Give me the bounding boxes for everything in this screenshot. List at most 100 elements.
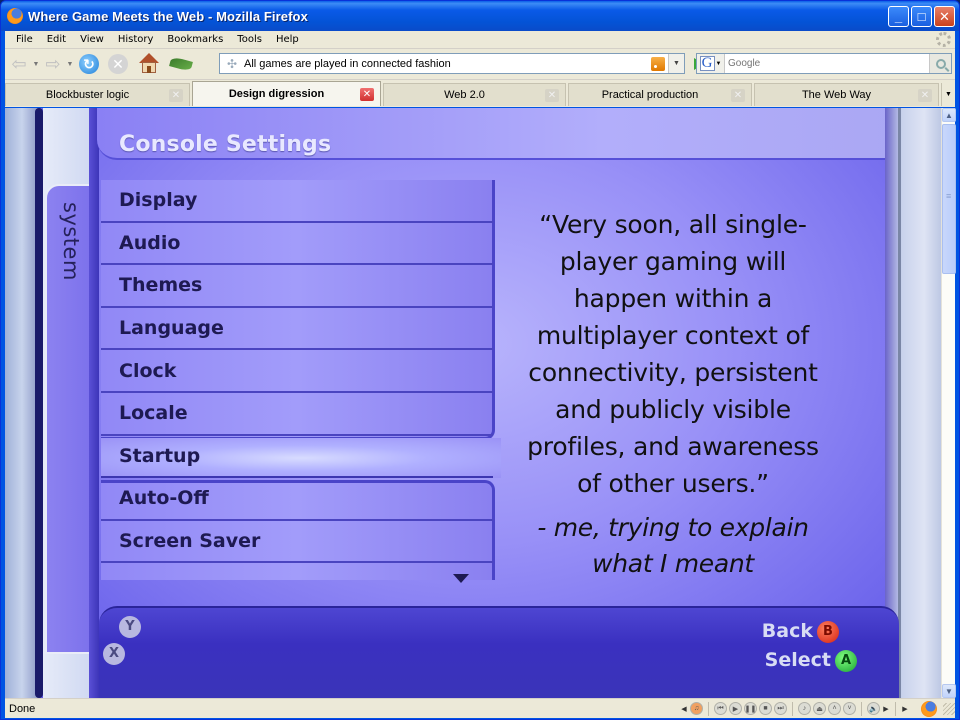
- menu-history[interactable]: History: [111, 34, 161, 45]
- address-bar[interactable]: ✣ All games are played in connected fash…: [219, 53, 685, 74]
- menu-item-startup[interactable]: Startup: [101, 436, 493, 479]
- menu-file[interactable]: File: [9, 34, 40, 45]
- menu-bookmarks[interactable]: Bookmarks: [160, 34, 230, 45]
- x-button-icon: X: [103, 643, 125, 665]
- tab-close-icon[interactable]: ✕: [360, 88, 374, 101]
- menu-item-language[interactable]: Language: [101, 308, 493, 351]
- page-content: system Console Settings Display Audio Th…: [5, 108, 941, 698]
- navigation-toolbar: ⇦ ▼ ⇨ ▼ ↻ ✕ ✣ All games are played in co…: [5, 49, 955, 79]
- menu-bar: File Edit View History Bookmarks Tools H…: [5, 31, 955, 49]
- left-rail-divider: [35, 108, 43, 698]
- vertical-scrollbar[interactable]: ▲ ▼: [941, 108, 956, 698]
- quote-line: “Very soon, all single-: [539, 210, 807, 239]
- quote-text: “Very soon, all single- player gaming wi…: [511, 206, 835, 502]
- back-history-dropdown[interactable]: ▼: [31, 61, 41, 68]
- pause-icon[interactable]: ❚❚: [744, 702, 757, 715]
- blade-label: system: [59, 202, 83, 281]
- title-bar: Where Game Meets the Web - Mozilla Firef…: [1, 1, 959, 31]
- music-player-icon[interactable]: ♫: [690, 702, 703, 715]
- scroll-down-arrow-icon[interactable]: [453, 574, 469, 583]
- all-tabs-dropdown[interactable]: ▼: [941, 83, 955, 106]
- menu-item-display[interactable]: Display: [101, 180, 493, 223]
- search-engine-selector[interactable]: G ▼: [697, 54, 725, 73]
- separator: [708, 701, 709, 716]
- volume-icon[interactable]: 🔈: [867, 702, 880, 715]
- menu-item-themes[interactable]: Themes: [101, 265, 493, 308]
- magnifier-icon: [935, 58, 946, 69]
- status-text: Done: [9, 702, 36, 715]
- media-controls: ◀ ♫ ⏮ ▶ ❚❚ ■ ⏭ ♪ ⏏ ˄ ˅ 🔈 ▶ ▶: [680, 701, 909, 716]
- eject-icon[interactable]: ⏏: [813, 702, 826, 715]
- quote-line: happen within a: [573, 284, 773, 313]
- minimize-button[interactable]: _: [888, 6, 909, 27]
- music-note-icon[interactable]: ♪: [798, 702, 811, 715]
- right-rail-line: [898, 108, 901, 698]
- stop-icon[interactable]: ✕: [108, 54, 128, 74]
- forward-arrow-icon[interactable]: ⇨: [41, 52, 65, 76]
- right-rail: [885, 108, 941, 698]
- home-icon[interactable]: [138, 53, 160, 75]
- firefox-status-icon[interactable]: [921, 700, 937, 717]
- tab-close-icon[interactable]: ✕: [545, 89, 559, 102]
- scrollbar-thumb[interactable]: [942, 124, 956, 274]
- expand-arrow-icon[interactable]: ▶: [901, 705, 909, 713]
- quote-line: profiles, and awareness: [527, 432, 819, 461]
- menu-tools[interactable]: Tools: [230, 34, 269, 45]
- blade-edge: [89, 108, 99, 698]
- leaf-extension-icon[interactable]: [169, 56, 193, 72]
- tab-close-icon[interactable]: ✕: [731, 89, 745, 102]
- resize-grip[interactable]: [943, 702, 955, 715]
- tab-close-icon[interactable]: ✕: [918, 89, 932, 102]
- y-button-icon: Y: [119, 616, 141, 638]
- chevron-up-icon[interactable]: ˄: [828, 702, 841, 715]
- site-identity-icon: ✣: [226, 56, 238, 71]
- scroll-down-icon[interactable]: ▼: [942, 684, 956, 698]
- stop-media-icon[interactable]: ■: [759, 702, 772, 715]
- next-track-icon[interactable]: ⏭: [774, 702, 787, 715]
- menu-item-screen-saver[interactable]: Screen Saver: [101, 521, 493, 564]
- url-text[interactable]: All games are played in connected fashio…: [244, 58, 651, 70]
- quote-line: of other users.”: [577, 469, 769, 498]
- quote-line: player gaming will: [559, 247, 787, 276]
- left-rail: [5, 108, 39, 698]
- browser-chrome: File Edit View History Bookmarks Tools H…: [5, 31, 955, 107]
- menu-item-clock[interactable]: Clock: [101, 350, 493, 393]
- previous-track-icon[interactable]: ⏮: [714, 702, 727, 715]
- close-button[interactable]: ✕: [934, 6, 955, 27]
- separator: [792, 701, 793, 716]
- media-prev-arrow-icon[interactable]: ◀: [680, 705, 688, 713]
- separator: [895, 701, 896, 716]
- chevron-down-icon: ▼: [715, 60, 722, 67]
- menu-item-auto-off[interactable]: Auto-Off: [101, 478, 493, 521]
- menu-view[interactable]: View: [73, 34, 111, 45]
- media-next-arrow-icon[interactable]: ▶: [882, 705, 890, 713]
- tab-blockbuster-logic[interactable]: Blockbuster logic ✕: [5, 83, 190, 106]
- attribution-line: - me, trying to explain: [537, 513, 809, 542]
- search-button[interactable]: [929, 54, 951, 73]
- back-arrow-icon[interactable]: ⇦: [7, 52, 31, 76]
- console-settings-title: Console Settings: [119, 132, 332, 157]
- chevron-down-icon[interactable]: ˅: [843, 702, 856, 715]
- rss-feed-icon[interactable]: [651, 56, 665, 71]
- quote-attribution: - me, trying to explain what I meant: [511, 510, 835, 582]
- tab-design-digression[interactable]: Design digression ✕: [192, 81, 381, 106]
- window-controls: _ □ ✕: [888, 6, 955, 27]
- menu-item-locale[interactable]: Locale: [101, 393, 493, 436]
- menu-help[interactable]: Help: [269, 34, 306, 45]
- scroll-up-icon[interactable]: ▲: [942, 108, 956, 122]
- tab-web-2-0[interactable]: Web 2.0 ✕: [383, 83, 566, 106]
- maximize-button[interactable]: □: [911, 6, 932, 27]
- menu-edit[interactable]: Edit: [40, 34, 73, 45]
- url-history-dropdown[interactable]: ▼: [668, 54, 684, 73]
- tab-practical-production[interactable]: Practical production ✕: [568, 83, 752, 106]
- play-icon[interactable]: ▶: [729, 702, 742, 715]
- menu-item-audio[interactable]: Audio: [101, 223, 493, 266]
- reload-icon[interactable]: ↻: [79, 54, 99, 74]
- firefox-logo-icon: [7, 8, 23, 24]
- search-input[interactable]: [725, 58, 929, 69]
- tab-the-web-way[interactable]: The Web Way ✕: [754, 83, 939, 106]
- b-button-icon: B: [817, 621, 839, 643]
- google-icon: G: [699, 56, 715, 71]
- forward-history-dropdown[interactable]: ▼: [65, 61, 75, 68]
- tab-close-icon[interactable]: ✕: [169, 89, 183, 102]
